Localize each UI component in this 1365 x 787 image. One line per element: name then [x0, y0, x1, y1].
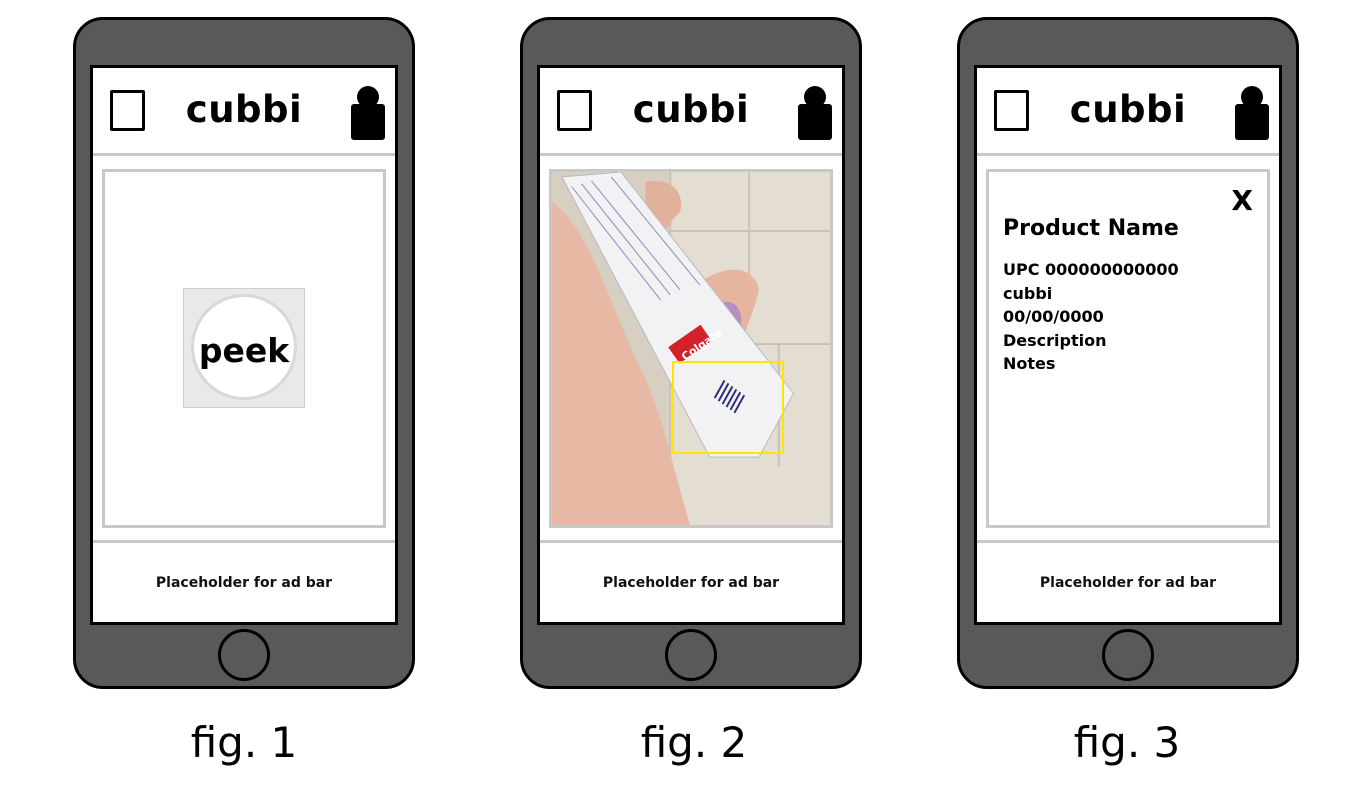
figure-caption: fig. 3	[1073, 718, 1181, 767]
content-panel: peek	[102, 169, 386, 528]
app-header: cubbi	[540, 68, 842, 156]
app-title: cubbi	[185, 88, 303, 131]
ad-bar[interactable]: Placeholder for ad bar	[93, 540, 395, 622]
peek-button-label: peek	[198, 331, 290, 370]
product-upc: UPC 000000000000	[1003, 260, 1179, 279]
phone-fig-1: cubbi peek Placeholder for ad bar	[73, 17, 415, 689]
barcode-scan-box	[672, 361, 784, 454]
camera-photo: Colgate	[552, 172, 830, 525]
home-button-icon[interactable]	[665, 629, 717, 681]
product-brand: cubbi	[1003, 284, 1053, 303]
home-button-icon[interactable]	[1102, 629, 1154, 681]
product-description: Description	[1003, 331, 1107, 350]
product-date: 00/00/0000	[1003, 307, 1104, 326]
user-profile-icon[interactable]	[1235, 86, 1269, 140]
phone-screen: cubbi X Product Name UPC 000000000000 cu…	[974, 65, 1282, 625]
camera-viewfinder[interactable]: Colgate	[549, 169, 833, 528]
close-button[interactable]: X	[1231, 184, 1253, 217]
figure-caption: fig. 2	[640, 718, 748, 767]
phone-fig-3: cubbi X Product Name UPC 000000000000 cu…	[957, 17, 1299, 689]
user-body-shape	[798, 104, 832, 140]
phone-fig-2: cubbi Colgate Placeholder for ad bar	[520, 17, 862, 689]
user-body-shape	[351, 104, 385, 140]
ad-bar[interactable]: Placeholder for ad bar	[977, 540, 1279, 622]
home-button-icon[interactable]	[218, 629, 270, 681]
app-title: cubbi	[632, 88, 750, 131]
user-body-shape	[1235, 104, 1269, 140]
phone-screen: cubbi Colgate Placeholder for ad bar	[537, 65, 845, 625]
app-header: cubbi	[977, 68, 1279, 156]
ad-bar[interactable]: Placeholder for ad bar	[540, 540, 842, 622]
app-header: cubbi	[93, 68, 395, 156]
user-profile-icon[interactable]	[351, 86, 385, 140]
peek-circle: peek	[191, 294, 297, 400]
ad-bar-text: Placeholder for ad bar	[602, 575, 780, 591]
peek-button[interactable]: peek	[183, 288, 305, 408]
ad-bar-text: Placeholder for ad bar	[1039, 575, 1217, 591]
ad-bar-text: Placeholder for ad bar	[155, 575, 333, 591]
figure-caption: fig. 1	[190, 718, 298, 767]
product-notes: Notes	[1003, 354, 1056, 373]
app-title: cubbi	[1069, 88, 1187, 131]
user-profile-icon[interactable]	[798, 86, 832, 140]
product-name: Product Name	[1003, 216, 1179, 241]
phone-screen: cubbi peek Placeholder for ad bar	[90, 65, 398, 625]
product-detail-panel: X Product Name UPC 000000000000 cubbi 00…	[986, 169, 1270, 528]
